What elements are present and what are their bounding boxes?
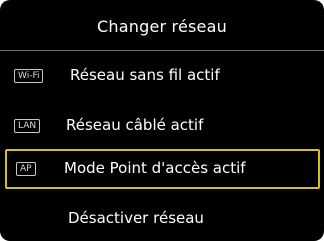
menu-item-label: Réseau sans fil actif: [70, 66, 220, 84]
menu-item-access-point-mode[interactable]: AP Mode Point d'accès actif: [5, 149, 320, 189]
title-divider: [0, 50, 324, 51]
menu-item-wired-lan[interactable]: LAN Réseau câblé actif: [0, 107, 324, 145]
ap-badge-icon: AP: [16, 162, 36, 176]
lan-badge-icon: LAN: [14, 119, 41, 133]
screen-title: Changer réseau: [97, 17, 227, 36]
menu-item-wireless-lan[interactable]: Wi-Fi Réseau sans fil actif: [0, 57, 324, 95]
menu-item-label: Réseau câblé actif: [66, 116, 204, 134]
menu-item-disable-network[interactable]: Désactiver réseau: [0, 200, 324, 238]
network-change-screen: Changer réseau Wi-Fi Réseau sans fil act…: [0, 0, 324, 241]
menu-item-label: Désactiver réseau: [68, 209, 204, 227]
wifi-badge-icon: Wi-Fi: [14, 69, 44, 83]
menu-item-label: Mode Point d'accès actif: [64, 159, 246, 177]
